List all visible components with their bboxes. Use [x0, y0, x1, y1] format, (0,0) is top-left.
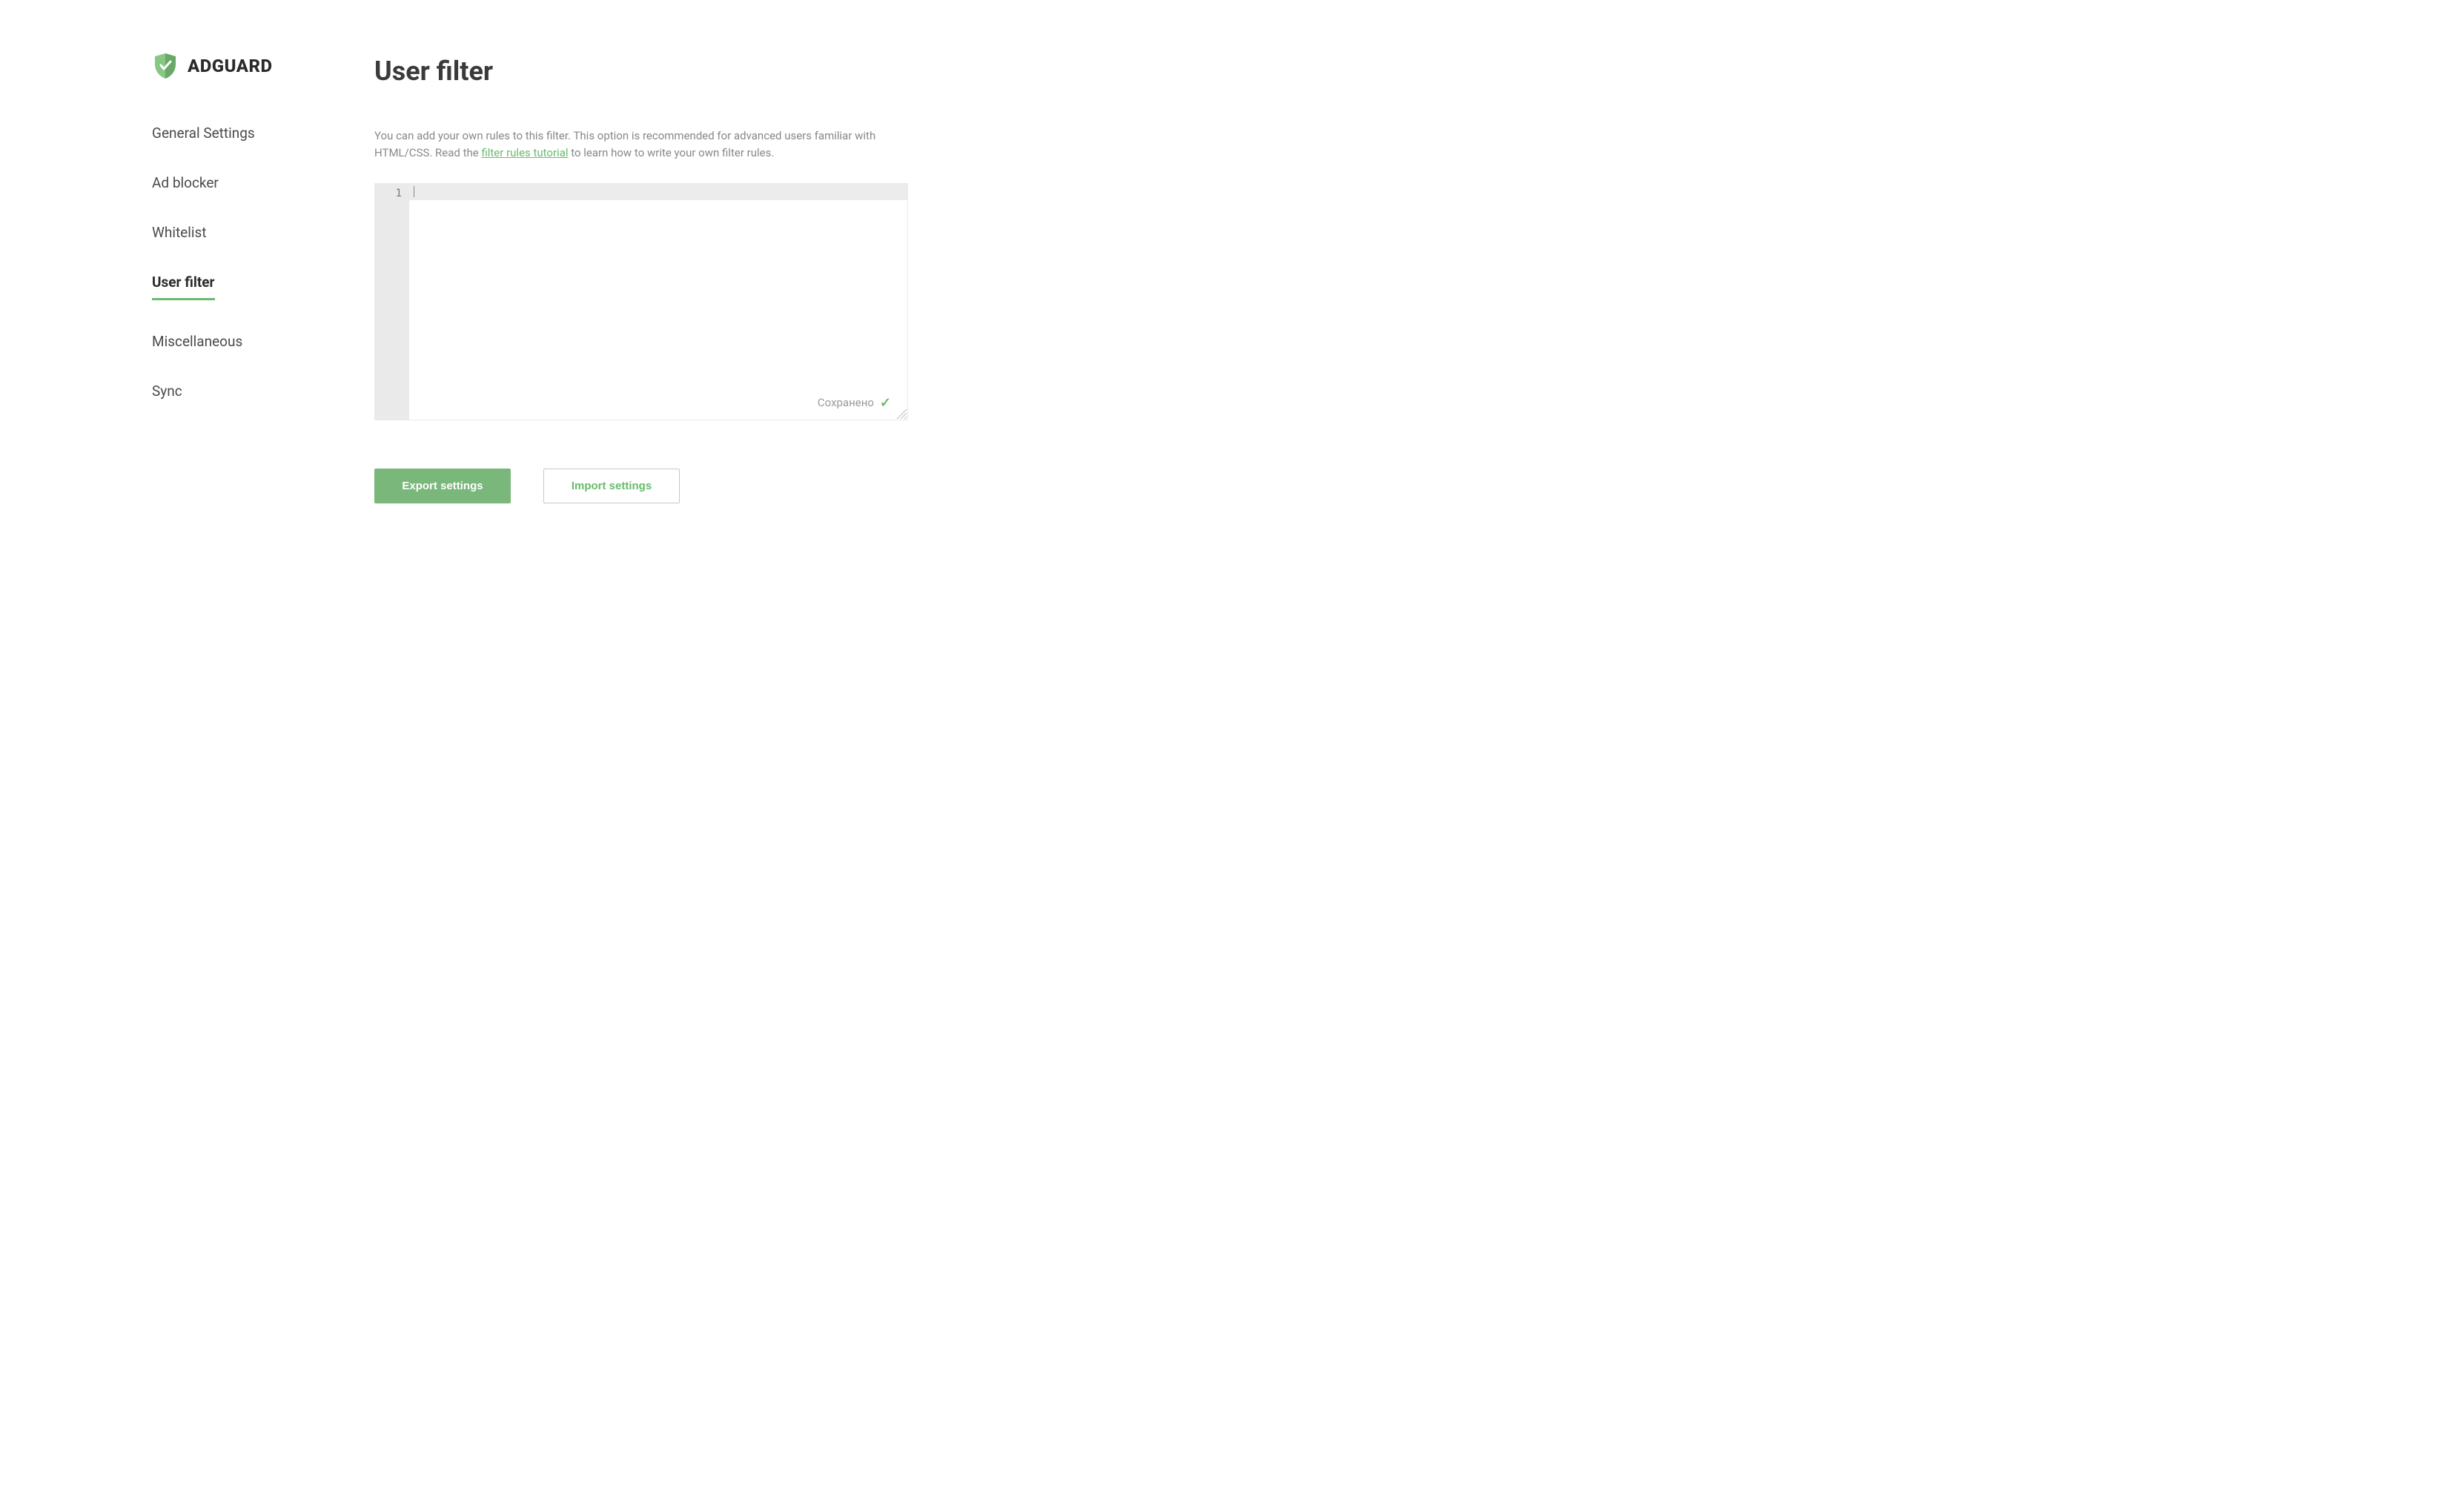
- line-number: 1: [375, 186, 409, 201]
- sidebar-item-user-filter[interactable]: User filter: [152, 274, 215, 300]
- sidebar-item-whitelist[interactable]: Whitelist: [152, 224, 207, 241]
- filter-rules-tutorial-link[interactable]: filter rules tutorial: [481, 146, 568, 159]
- editor-gutter: 1: [375, 184, 409, 420]
- sidebar-item-general-settings[interactable]: General Settings: [152, 125, 255, 142]
- sidebar-item-miscellaneous[interactable]: Miscellaneous: [152, 333, 242, 350]
- import-settings-button[interactable]: Import settings: [543, 469, 680, 503]
- editor-body[interactable]: Сохранено ✓: [409, 184, 907, 420]
- main-content: User filter You can add your own rules t…: [374, 52, 908, 503]
- brand-name: ADGUARD: [188, 56, 273, 76]
- check-icon: ✓: [880, 395, 891, 411]
- shield-icon: [152, 52, 179, 80]
- brand-logo: ADGUARD: [152, 52, 374, 80]
- description-text-post: to learn how to write your own filter ru…: [569, 146, 775, 159]
- page-description: You can add your own rules to this filte…: [374, 128, 908, 162]
- resize-handle-icon[interactable]: [894, 406, 907, 420]
- saved-label: Сохранено: [818, 396, 874, 409]
- editor-current-line: [409, 184, 907, 200]
- sidebar-item-sync[interactable]: Sync: [152, 383, 182, 400]
- export-settings-button[interactable]: Export settings: [374, 469, 511, 503]
- saved-status: Сохранено ✓: [818, 395, 891, 411]
- button-row: Export settings Import settings: [374, 469, 908, 503]
- sidebar: ADGUARD General Settings Ad blocker Whit…: [152, 52, 374, 503]
- sidebar-item-ad-blocker[interactable]: Ad blocker: [152, 174, 219, 191]
- page-title: User filter: [374, 56, 908, 87]
- filter-editor[interactable]: 1 Сохранено ✓: [374, 183, 908, 420]
